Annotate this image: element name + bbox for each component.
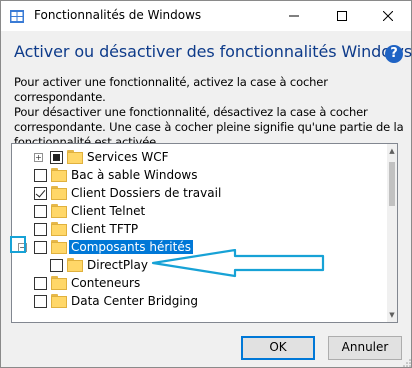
cancel-button[interactable]: Annuler <box>328 336 402 360</box>
dialog-heading: Activer ou désactiver des fonctionnalité… <box>14 42 412 61</box>
feature-label: Data Center Bridging <box>71 294 198 308</box>
feature-checkbox[interactable] <box>34 223 47 236</box>
folder-icon <box>51 204 67 218</box>
minimize-icon <box>289 15 299 17</box>
feature-checkbox[interactable] <box>34 295 47 308</box>
feature-label: Conteneurs <box>71 276 141 290</box>
features-dialog: Fonctionnalités de Windows Activer ou dé… <box>0 0 412 368</box>
feature-label: Client TFTP <box>71 222 139 236</box>
feature-label: Services WCF <box>87 150 169 164</box>
scroll-down-icon[interactable]: ▼ <box>387 308 397 322</box>
help-icon[interactable]: ? <box>385 45 403 63</box>
folder-icon <box>51 168 67 182</box>
folder-icon <box>51 240 67 254</box>
feature-checkbox[interactable] <box>50 259 63 272</box>
resize-grip-icon[interactable] <box>403 359 411 367</box>
feature-label: Bac à sable Windows <box>71 168 198 182</box>
folder-icon <box>51 186 67 200</box>
scroll-up-icon[interactable]: ▲ <box>387 144 397 158</box>
features-tree[interactable]: + Services WCF Bac à sable Windows Client D… <box>11 143 398 323</box>
folder-icon <box>51 294 67 308</box>
folder-icon <box>51 222 67 236</box>
feature-checkbox[interactable] <box>34 205 47 218</box>
feature-label: DirectPlay <box>87 258 148 272</box>
feature-label: Client Dossiers de travail <box>71 186 222 200</box>
maximize-button[interactable] <box>319 1 365 31</box>
close-icon <box>383 11 393 21</box>
folder-icon <box>67 258 83 272</box>
tree-item[interactable]: + Services WCF <box>12 148 382 166</box>
title-bar[interactable]: Fonctionnalités de Windows <box>1 1 411 31</box>
windows-features-icon <box>10 10 24 23</box>
annotation-highlight-box <box>10 236 26 253</box>
annotation-arrow-icon <box>151 249 325 278</box>
tree-item[interactable]: Client Dossiers de travail <box>12 184 382 202</box>
instructions-text: Pour activer une fonctionnalité, activez… <box>14 75 404 149</box>
tree-item[interactable]: Bac à sable Windows <box>12 166 382 184</box>
maximize-icon <box>337 11 347 21</box>
expand-plus-icon[interactable]: + <box>34 153 43 162</box>
feature-checkbox[interactable] <box>34 277 47 290</box>
folder-icon <box>51 276 67 290</box>
minimize-button[interactable] <box>271 1 317 31</box>
tree-item[interactable]: Data Center Bridging <box>12 292 382 310</box>
window-title: Fonctionnalités de Windows <box>34 8 202 22</box>
feature-checkbox[interactable] <box>34 169 47 182</box>
feature-checkbox[interactable] <box>34 187 47 200</box>
feature-label: Client Telnet <box>71 204 146 218</box>
close-button[interactable] <box>365 1 411 31</box>
feature-checkbox[interactable] <box>34 241 47 254</box>
feature-checkbox[interactable] <box>50 151 63 164</box>
ok-button[interactable]: OK <box>241 336 315 360</box>
tree-item[interactable]: Client Telnet <box>12 202 382 220</box>
vertical-scrollbar[interactable]: ▲ ▼ <box>387 144 397 322</box>
folder-icon <box>67 150 83 164</box>
scrollbar-thumb[interactable] <box>389 162 395 206</box>
tree-item[interactable]: Client TFTP <box>12 220 382 238</box>
